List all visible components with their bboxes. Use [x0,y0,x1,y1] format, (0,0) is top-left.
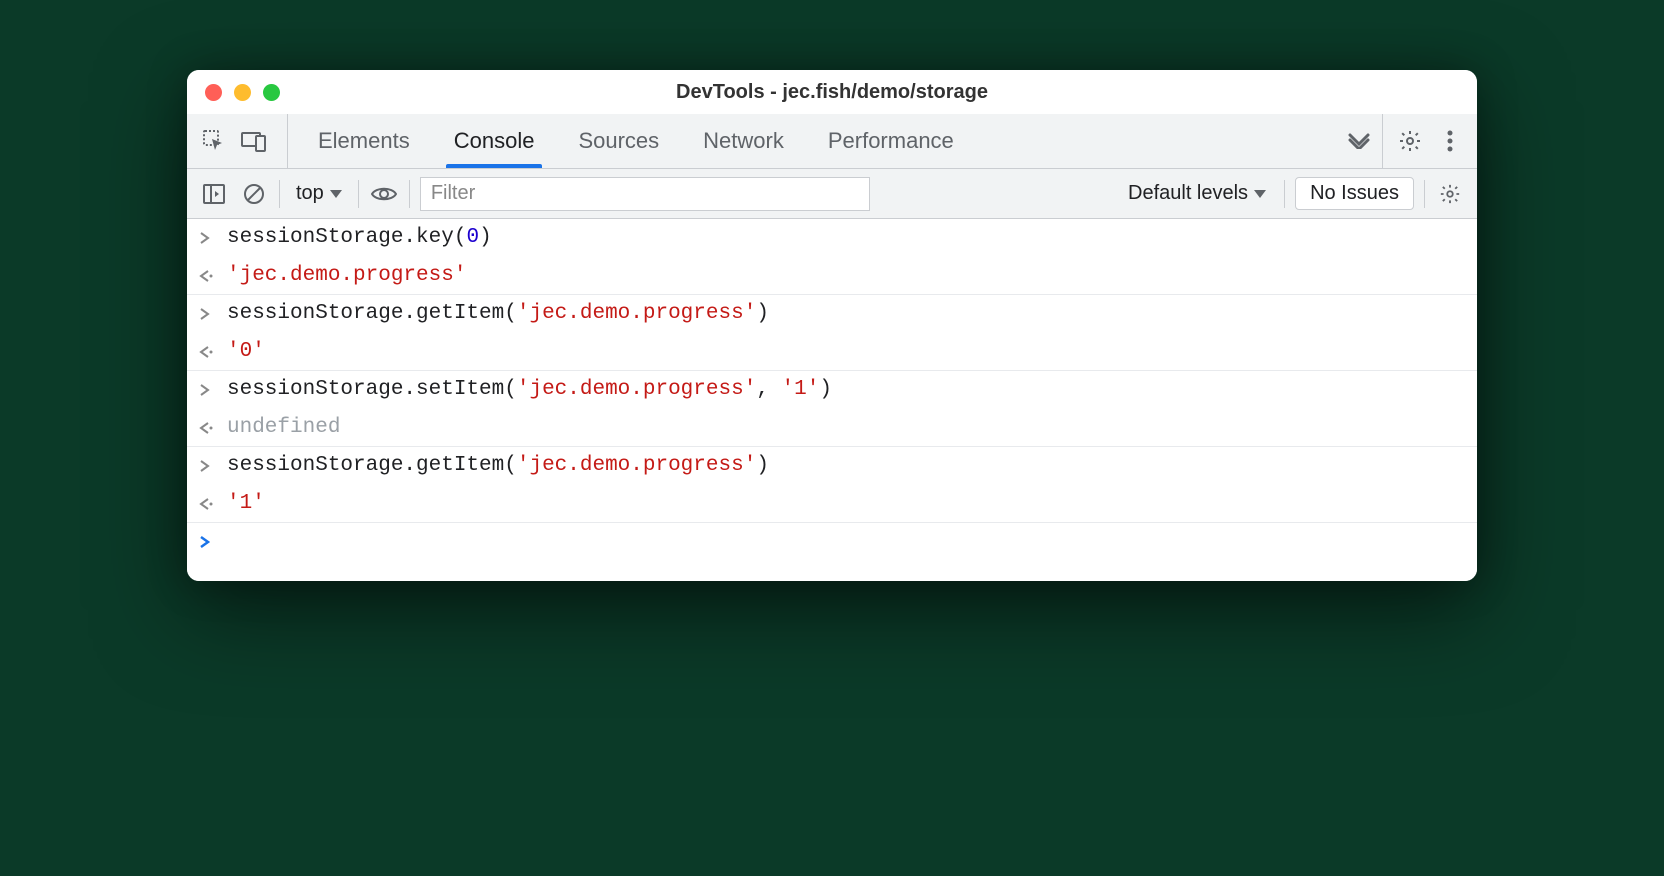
tab-console[interactable]: Console [432,114,557,168]
console-code: 'jec.demo.progress' [227,264,466,287]
device-toolbar-icon[interactable] [239,126,269,156]
prompt-chevron-icon [199,535,217,549]
tabbar-right-tools [1382,114,1465,168]
issues-button[interactable]: No Issues [1295,177,1414,210]
console-code: sessionStorage.setItem('jec.demo.progres… [227,378,832,401]
window-minimize-button[interactable] [234,84,251,101]
window-maximize-button[interactable] [263,84,280,101]
console-code: '0' [227,340,265,363]
panel-tabs: ElementsConsoleSourcesNetworkPerformance [296,114,1336,168]
toggle-sidebar-icon[interactable] [199,179,229,209]
levels-label: Default levels [1128,182,1248,205]
separator [409,180,410,208]
inspect-element-icon[interactable] [199,126,229,156]
console-input-row: sessionStorage.getItem('jec.demo.progres… [187,295,1477,333]
console-output-row: undefined [187,409,1477,447]
separator [1424,180,1425,208]
more-tabs-button[interactable] [1336,114,1382,168]
console-toolbar: top Default levels No Issues [187,169,1477,219]
input-chevron-icon [199,307,217,321]
window-title: DevTools - jec.fish/demo/storage [187,81,1477,104]
console-code: '1' [227,492,265,515]
window-close-button[interactable] [205,84,222,101]
clear-console-icon[interactable] [239,179,269,209]
output-chevron-icon [199,497,217,511]
console-output-row: '1' [187,485,1477,523]
console-output-row: 'jec.demo.progress' [187,257,1477,295]
console-input-row: sessionStorage.getItem('jec.demo.progres… [187,447,1477,485]
filter-input[interactable] [420,177,870,211]
tabbar-left-tools [199,114,288,168]
input-chevron-icon [199,459,217,473]
execution-context-select[interactable]: top [290,182,348,205]
output-chevron-icon [199,269,217,283]
console-output-row: '0' [187,333,1477,371]
more-menu-icon[interactable] [1435,126,1465,156]
devtools-window: DevTools - jec.fish/demo/storage Element… [187,70,1477,581]
input-chevron-icon [199,231,217,245]
settings-gear-icon[interactable] [1395,126,1425,156]
console-code: sessionStorage.getItem('jec.demo.progres… [227,302,769,325]
context-label: top [296,182,324,205]
tab-sources[interactable]: Sources [556,114,681,168]
console-input-row: sessionStorage.setItem('jec.demo.progres… [187,371,1477,409]
console-settings-gear-icon[interactable] [1435,179,1465,209]
log-levels-select[interactable]: Default levels [1120,182,1274,205]
input-chevron-icon [199,383,217,397]
console-input-row: sessionStorage.key(0) [187,219,1477,257]
tabbar: ElementsConsoleSourcesNetworkPerformance [187,114,1477,169]
tab-performance[interactable]: Performance [806,114,976,168]
output-chevron-icon [199,345,217,359]
console-code: sessionStorage.key(0) [227,226,492,249]
console-output: sessionStorage.key(0) 'jec.demo.progress'… [187,219,1477,581]
tab-elements[interactable]: Elements [296,114,432,168]
console-code: undefined [227,416,340,439]
traffic-lights [205,84,280,101]
console-prompt-row[interactable] [187,523,1477,561]
separator [358,180,359,208]
separator [279,180,280,208]
console-code: sessionStorage.getItem('jec.demo.progres… [227,454,769,477]
titlebar: DevTools - jec.fish/demo/storage [187,70,1477,114]
tab-network[interactable]: Network [681,114,806,168]
output-chevron-icon [199,421,217,435]
live-expression-eye-icon[interactable] [369,179,399,209]
separator [1284,180,1285,208]
